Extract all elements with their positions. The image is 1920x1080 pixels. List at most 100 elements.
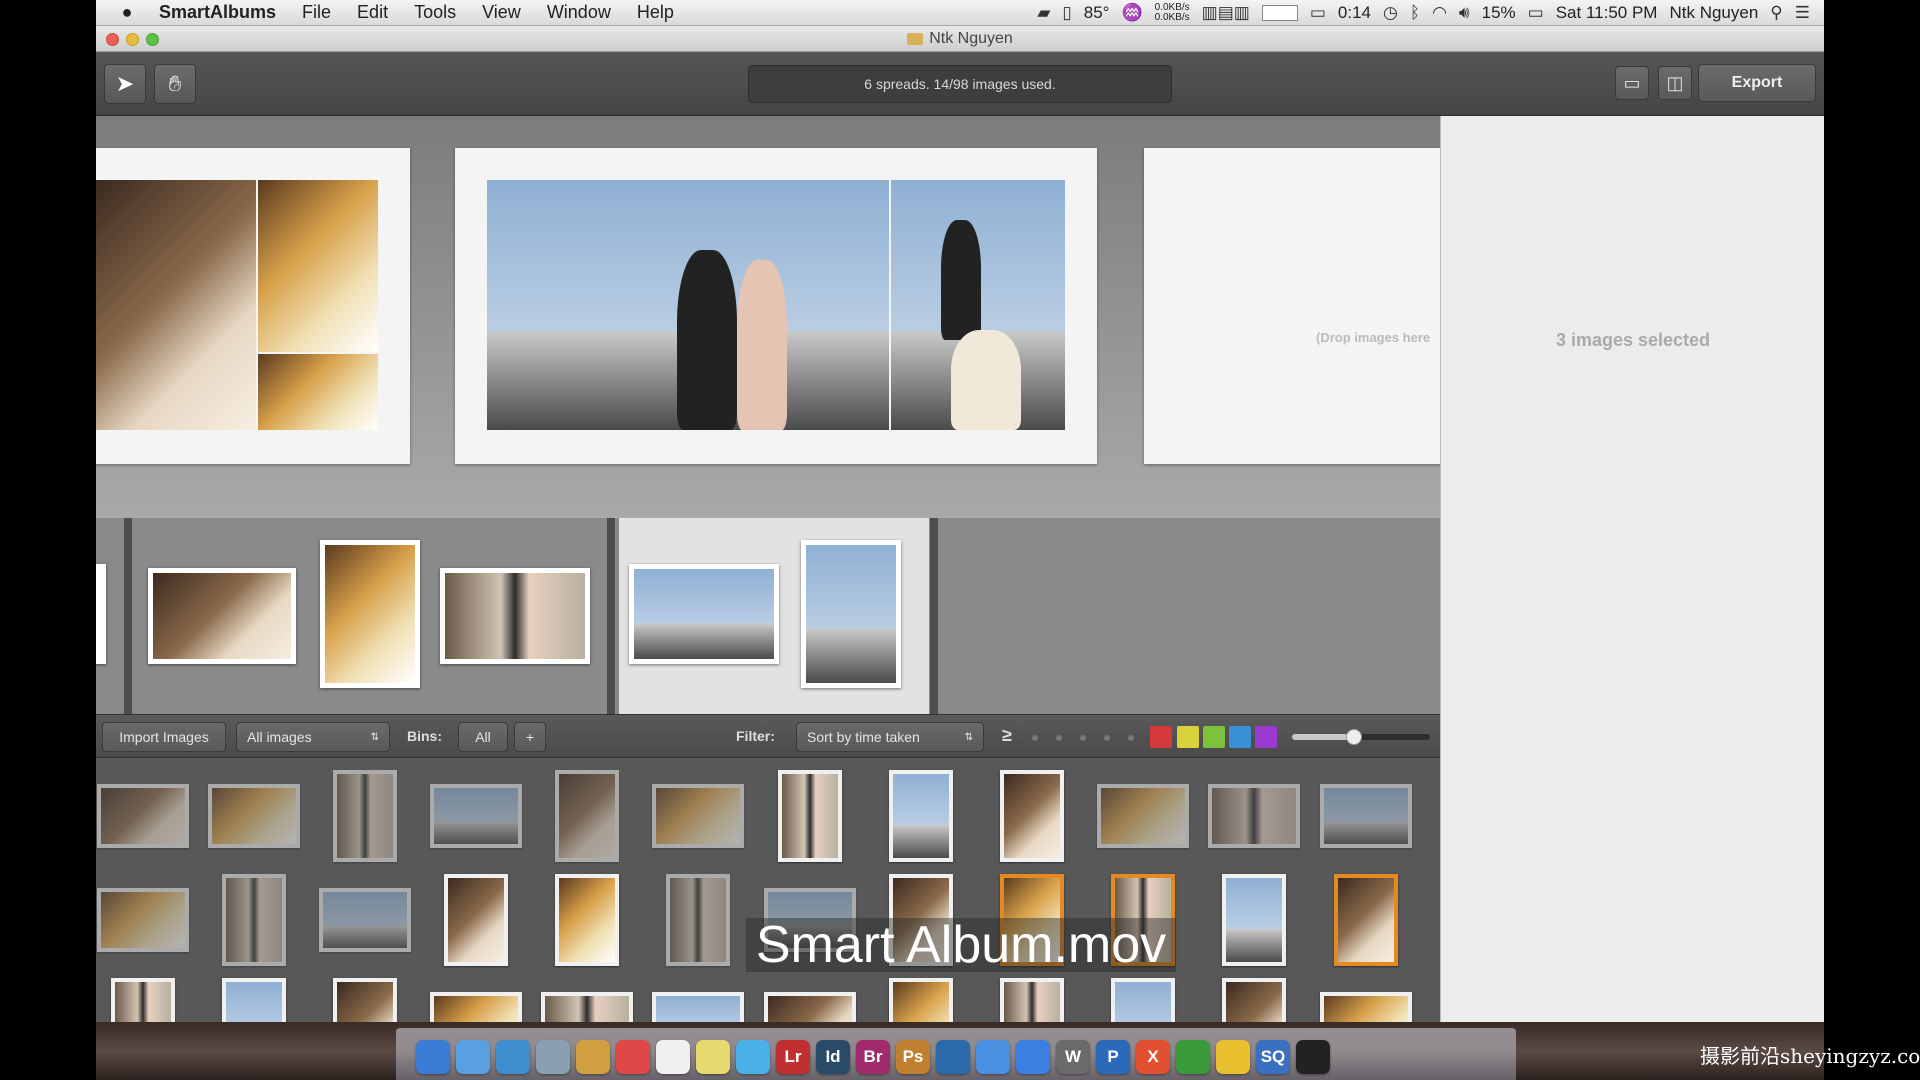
clock[interactable]: Sat 11:50 PM <box>1556 3 1658 23</box>
menu-window[interactable]: Window <box>534 2 624 23</box>
grid-image[interactable] <box>1208 784 1300 848</box>
grid-image[interactable] <box>97 888 189 952</box>
battery-icon[interactable]: ▭ <box>1528 3 1544 23</box>
safari-dock-icon[interactable] <box>496 1040 530 1074</box>
strip-thumbnail[interactable] <box>440 568 590 664</box>
itunes-dock-icon[interactable] <box>936 1040 970 1074</box>
grid-image[interactable] <box>666 874 730 966</box>
close-button[interactable] <box>106 33 119 46</box>
wifi-icon[interactable]: ◠ <box>1432 3 1447 23</box>
spread-divider[interactable] <box>930 518 938 714</box>
spread-divider[interactable] <box>124 518 132 714</box>
photoshop-dock-icon[interactable]: Ps <box>896 1040 930 1074</box>
grid-image[interactable] <box>889 770 953 862</box>
spread-photo[interactable] <box>258 354 378 430</box>
grid-image[interactable] <box>1222 874 1286 966</box>
strip-thumbnail[interactable] <box>320 540 420 688</box>
slider-knob[interactable] <box>1346 729 1363 745</box>
menu-file[interactable]: File <box>289 2 344 23</box>
spotlight-app-dock-icon[interactable] <box>1216 1040 1250 1074</box>
grid-image[interactable] <box>1320 784 1412 848</box>
grid-image[interactable] <box>555 770 619 862</box>
strip-thumbnail[interactable] <box>629 564 779 664</box>
spread-photo[interactable] <box>891 180 1065 430</box>
rating-star-1[interactable] <box>1032 735 1038 741</box>
user-name[interactable]: Ntk Nguyen <box>1669 3 1758 23</box>
volume-icon[interactable]: 🔊︎ <box>1459 3 1470 23</box>
spread-current[interactable] <box>455 148 1097 464</box>
rating-star-2[interactable] <box>1056 735 1062 741</box>
spread-photo[interactable] <box>258 180 378 352</box>
color-label-yellow[interactable] <box>1177 726 1199 748</box>
side-panel-toggle-button[interactable]: ◫ <box>1658 66 1692 100</box>
menu-edit[interactable]: Edit <box>344 2 401 23</box>
rating-comparator[interactable]: ≥ <box>1002 725 1012 746</box>
notification-center-icon[interactable]: ☰ <box>1795 3 1810 23</box>
messages-dock-icon[interactable] <box>736 1040 770 1074</box>
norton-dock-icon[interactable] <box>1176 1040 1210 1074</box>
grid-image[interactable] <box>1334 874 1398 966</box>
system-preferences-dock-icon[interactable] <box>1016 1040 1050 1074</box>
lightroom-dock-icon[interactable]: Lr <box>776 1040 810 1074</box>
menu-tools[interactable]: Tools <box>401 2 469 23</box>
grid-image[interactable] <box>1097 784 1189 848</box>
contacts-dock-icon[interactable] <box>576 1040 610 1074</box>
minimize-button[interactable] <box>126 33 139 46</box>
launchpad-dock-icon[interactable] <box>456 1040 490 1074</box>
menu-help[interactable]: Help <box>624 2 687 23</box>
memory-graph-icon[interactable] <box>1261 4 1298 21</box>
powerpoint-dock-icon[interactable]: P <box>1096 1040 1130 1074</box>
folder-icon[interactable]: ▰ <box>1037 3 1050 23</box>
spotlight-icon[interactable]: ⚲ <box>1770 3 1782 23</box>
grid-image[interactable] <box>555 874 619 966</box>
grid-image[interactable] <box>652 784 744 848</box>
battery-percent[interactable]: 15% <box>1482 3 1516 23</box>
reminders-dock-icon[interactable] <box>656 1040 690 1074</box>
mail-dock-icon[interactable] <box>536 1040 570 1074</box>
grid-image[interactable] <box>319 888 411 952</box>
color-label-purple[interactable] <box>1255 726 1277 748</box>
grid-image[interactable] <box>444 874 508 966</box>
timer-readout[interactable]: 0:14 <box>1338 3 1371 23</box>
spread-photo[interactable] <box>487 180 889 430</box>
grid-image[interactable] <box>778 770 842 862</box>
excel-dock-icon[interactable]: X <box>1136 1040 1170 1074</box>
current-spread-highlight[interactable] <box>619 518 929 714</box>
grid-image[interactable] <box>333 770 397 862</box>
trash-dock-icon[interactable] <box>1296 1040 1330 1074</box>
sq-app-dock-icon[interactable]: SQ <box>1256 1040 1290 1074</box>
strip-thumbnail[interactable] <box>96 564 106 664</box>
sort-select[interactable]: Sort by time taken ⇅ <box>796 722 984 752</box>
spread-photo[interactable] <box>96 180 256 430</box>
temperature-readout[interactable]: 85° <box>1084 3 1110 23</box>
grid-image[interactable] <box>208 784 300 848</box>
rating-star-5[interactable] <box>1128 735 1134 741</box>
grid-image[interactable] <box>97 784 189 848</box>
color-label-green[interactable] <box>1203 726 1225 748</box>
bin-all-button[interactable]: All <box>458 722 508 752</box>
finder-dock-icon[interactable] <box>416 1040 450 1074</box>
app-menu[interactable]: SmartAlbums <box>146 2 289 23</box>
spread-divider[interactable] <box>607 518 615 714</box>
zoom-button[interactable] <box>146 33 159 46</box>
import-images-button[interactable]: Import Images <box>102 722 226 752</box>
grid-image[interactable] <box>222 874 286 966</box>
calendar-dock-icon[interactable] <box>616 1040 650 1074</box>
network-speed[interactable]: 0.0KB/s 0.0KB/s <box>1155 2 1190 23</box>
thumbnail-size-slider[interactable] <box>1292 729 1430 745</box>
strip-thumbnail[interactable] <box>148 568 296 664</box>
image-source-select[interactable]: All images ⇅ <box>236 722 390 752</box>
spread-next[interactable]: (Drop images here <box>1144 148 1454 464</box>
apple-icon[interactable]: ● <box>108 2 146 23</box>
menu-view[interactable]: View <box>469 2 534 23</box>
rating-star-4[interactable] <box>1104 735 1110 741</box>
word-dock-icon[interactable]: W <box>1056 1040 1090 1074</box>
bridge-dock-icon[interactable]: Br <box>856 1040 890 1074</box>
grid-image[interactable] <box>430 784 522 848</box>
app-store-dock-icon[interactable] <box>976 1040 1010 1074</box>
select-tool-button[interactable]: ➤ <box>104 64 146 104</box>
grid-image[interactable] <box>1000 770 1064 862</box>
color-label-red[interactable] <box>1150 726 1172 748</box>
indesign-dock-icon[interactable]: Id <box>816 1040 850 1074</box>
export-button[interactable]: Export <box>1698 64 1816 102</box>
